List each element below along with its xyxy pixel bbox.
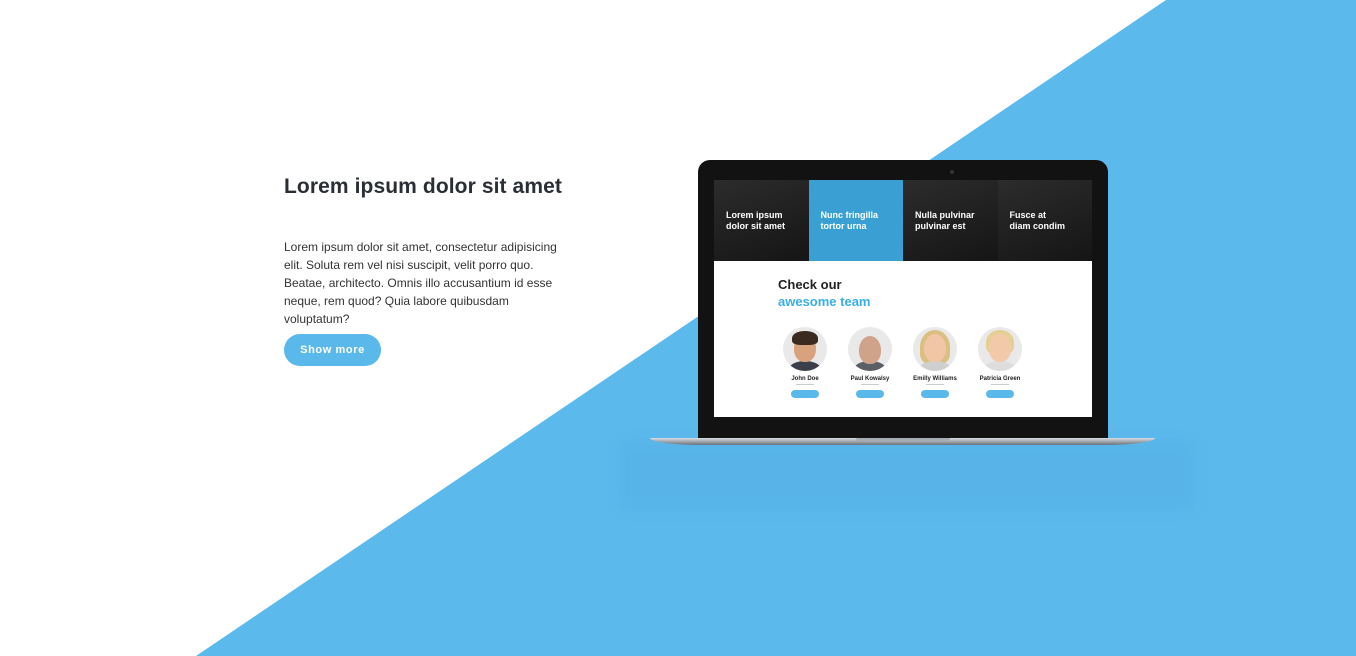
avatar [848, 327, 892, 371]
hero-item-line1: Fusce at [1009, 210, 1047, 220]
member-name: Emilly Williams [913, 376, 957, 382]
hero-item-line1: Lorem ipsum [726, 210, 783, 220]
team-member: Paul Kowalsy [845, 327, 895, 398]
hero-item-line2: diam condim [1009, 221, 1066, 231]
laptop-mockup: Lorem ipsum dolor sit amet Nunc fringill… [650, 160, 1158, 450]
section-paragraph: Lorem ipsum dolor sit amet, consectetur … [284, 240, 557, 326]
member-role [861, 384, 879, 385]
team-member: Patricia Green [975, 327, 1025, 398]
section-heading: Lorem ipsum dolor sit amet [284, 175, 562, 198]
screen-team-section: Check our awesome team John Doe Paul Kow… [714, 261, 1092, 417]
camera-icon [950, 170, 954, 174]
team-members: John Doe Paul Kowalsy Emilly Williams Pa… [780, 327, 1025, 398]
screen-hero-strip: Lorem ipsum dolor sit amet Nunc fringill… [714, 180, 1092, 261]
hero-item: Fusce at diam condim [997, 180, 1092, 261]
member-profile-button [986, 390, 1014, 398]
member-profile-button [791, 390, 819, 398]
team-title-line1: Check our [778, 277, 842, 292]
member-role [796, 384, 814, 385]
member-role [926, 384, 944, 385]
member-profile-button [921, 390, 949, 398]
avatar [978, 327, 1022, 371]
avatar [913, 327, 957, 371]
landing-section: Lorem ipsum dolor sit amet Lorem ipsum d… [0, 0, 1356, 656]
member-name: Paul Kowalsy [850, 376, 890, 382]
member-name: John Doe [791, 376, 819, 382]
member-profile-button [856, 390, 884, 398]
team-title-line2: awesome team [778, 294, 871, 309]
team-member: Emilly Williams [910, 327, 960, 398]
laptop-base-notch [856, 438, 950, 441]
member-name: Patricia Green [979, 376, 1021, 382]
member-role [991, 384, 1009, 385]
hero-item: Nulla pulvinar pulvinar est [903, 180, 998, 261]
show-more-button[interactable]: Show more [284, 334, 381, 366]
laptop-screen: Lorem ipsum dolor sit amet Nunc fringill… [714, 180, 1092, 417]
laptop-shadow [620, 440, 1195, 510]
hero-item-line2: dolor sit amet [726, 221, 786, 231]
hero-item-line2: tortor urna [820, 221, 867, 231]
hero-item: Lorem ipsum dolor sit amet [714, 180, 809, 261]
hero-item-line2: pulvinar est [915, 221, 966, 231]
avatar [783, 327, 827, 371]
intro-text-block: Lorem ipsum dolor sit amet Lorem ipsum d… [284, 170, 584, 366]
team-member: John Doe [780, 327, 830, 398]
hero-item-active: Nunc fringilla tortor urna [808, 180, 903, 261]
hero-item-line1: Nunc fringilla [820, 210, 879, 220]
hero-item-line1: Nulla pulvinar [915, 210, 975, 220]
